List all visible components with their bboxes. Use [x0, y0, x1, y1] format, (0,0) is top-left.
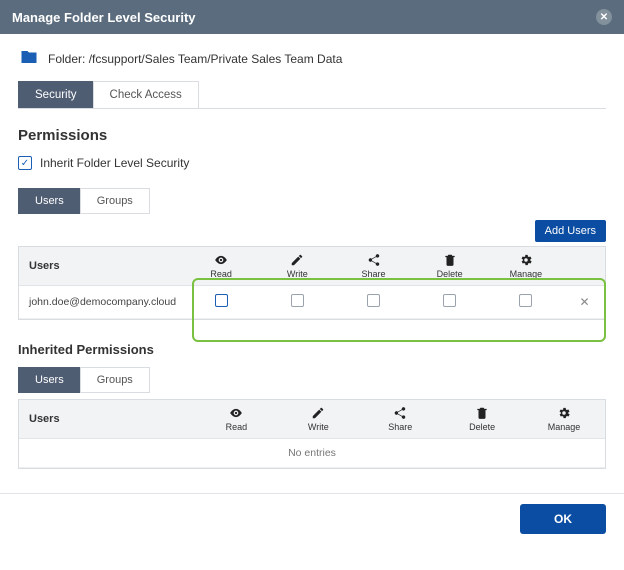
inh-col-read: Read	[226, 422, 248, 432]
inherited-subtabs: Users Groups	[18, 367, 606, 393]
table-row: john.doe@democompany.cloud ✕	[19, 286, 605, 319]
col-share: Share	[361, 269, 385, 279]
col-users: Users	[19, 247, 183, 286]
inherited-table-wrap: Users Read Write Share Delete Manage No …	[18, 399, 606, 469]
permissions-heading: Permissions	[18, 127, 606, 144]
inherit-row[interactable]: ✓ Inherit Folder Level Security	[18, 156, 606, 170]
inh-col-delete: Delete	[469, 422, 495, 432]
close-icon[interactable]: ✕	[596, 9, 612, 25]
folder-icon	[18, 48, 40, 69]
inherited-heading: Inherited Permissions	[18, 342, 606, 357]
perm-subtabs: Users Groups	[18, 188, 606, 214]
inh-col-users: Users	[19, 400, 195, 439]
no-entries-text: No entries	[19, 439, 605, 468]
trash-icon	[447, 406, 517, 420]
manage-checkbox[interactable]	[519, 294, 532, 307]
dialog-footer: OK	[0, 493, 624, 548]
inherit-label: Inherit Folder Level Security	[40, 156, 189, 170]
share-checkbox[interactable]	[367, 294, 380, 307]
col-manage: Manage	[510, 269, 543, 279]
folder-path-row: Folder: /fcsupport/Sales Team/Private Sa…	[18, 48, 606, 69]
col-delete: Delete	[437, 269, 463, 279]
tab-check-access[interactable]: Check Access	[93, 81, 199, 108]
user-cell: john.doe@democompany.cloud	[19, 286, 183, 319]
eye-icon	[201, 406, 271, 420]
delete-checkbox[interactable]	[443, 294, 456, 307]
subtab-users[interactable]: Users	[18, 188, 81, 214]
pencil-icon	[283, 406, 353, 420]
tab-security[interactable]: Security	[18, 81, 94, 108]
top-tabs: Security Check Access	[18, 81, 606, 109]
inherit-checkbox[interactable]: ✓	[18, 156, 32, 170]
add-users-button[interactable]: Add Users	[535, 220, 606, 242]
ok-button[interactable]: OK	[520, 504, 606, 534]
subtab-groups[interactable]: Groups	[80, 188, 150, 214]
inh-col-write: Write	[308, 422, 329, 432]
read-checkbox[interactable]	[215, 294, 228, 307]
inh-col-manage: Manage	[548, 422, 581, 432]
permissions-table: Users Read Write Share	[19, 247, 605, 319]
pencil-icon	[265, 253, 329, 267]
col-read: Read	[210, 269, 232, 279]
dialog-title: Manage Folder Level Security	[12, 10, 196, 25]
permissions-table-wrap: Users Read Write Share	[18, 246, 606, 320]
inherited-permissions-table: Users Read Write Share Delete Manage No …	[19, 400, 605, 468]
titlebar: Manage Folder Level Security ✕	[0, 0, 624, 34]
trash-icon	[418, 253, 482, 267]
inherited-subtab-users[interactable]: Users	[18, 367, 81, 393]
inh-col-share: Share	[388, 422, 412, 432]
share-icon	[365, 406, 435, 420]
remove-row-icon[interactable]: ✕	[579, 295, 589, 309]
eye-icon	[189, 253, 253, 267]
folder-path: /fcsupport/Sales Team/Private Sales Team…	[89, 52, 343, 66]
write-checkbox[interactable]	[291, 294, 304, 307]
inherited-subtab-groups[interactable]: Groups	[80, 367, 150, 393]
gear-icon	[529, 406, 599, 420]
dialog-body: Folder: /fcsupport/Sales Team/Private Sa…	[0, 34, 624, 479]
col-write: Write	[287, 269, 308, 279]
share-icon	[341, 253, 405, 267]
gear-icon	[494, 253, 558, 267]
folder-label: Folder:	[48, 52, 85, 66]
